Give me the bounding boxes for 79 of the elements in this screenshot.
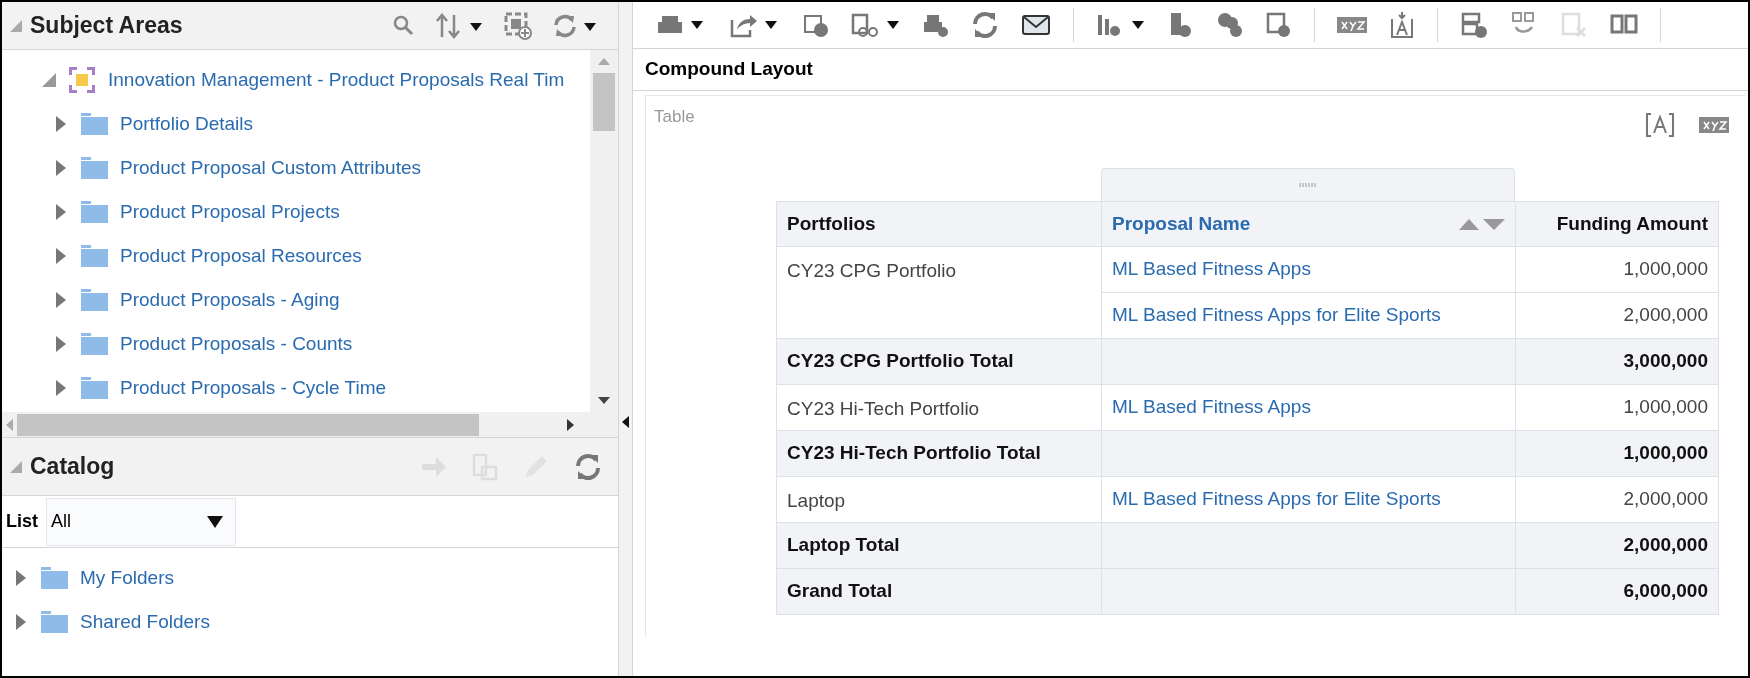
funding-amount: 2,000,000: [1623, 304, 1708, 326]
panel-title: Catalog: [30, 452, 115, 482]
total-label: CY23 CPG Portfolio Total: [787, 350, 1014, 372]
collapsed-triangle-icon[interactable]: [54, 380, 68, 396]
add-view-icon[interactable]: [504, 11, 532, 40]
tree-item[interactable]: Product Proposals - Cycle Time: [120, 373, 387, 403]
title-text-icon[interactable]: [1645, 112, 1675, 138]
collapsed-triangle-icon[interactable]: [14, 614, 28, 630]
tree-item[interactable]: Innovation Management - Product Proposals Real Tim: [108, 65, 565, 95]
collapsed-triangle-icon[interactable]: [54, 248, 68, 264]
collapsed-triangle-icon[interactable]: [54, 336, 68, 352]
portfolio-name: Laptop: [787, 490, 846, 511]
funding-amount: 1,000,000: [1623, 396, 1708, 418]
folder-icon: [80, 112, 108, 136]
funding-amount: 1,000,000: [1623, 258, 1708, 280]
funding-amount: 2,000,000: [1623, 488, 1708, 510]
portfolio-name: CY23 CPG Portfolio: [787, 260, 956, 281]
xyz-icon[interactable]: [1337, 15, 1367, 35]
column-header: Portfolios: [776, 201, 1102, 247]
grip-icon: [1299, 183, 1317, 187]
folder-icon: [80, 156, 108, 180]
total-amount: 2,000,000: [1623, 534, 1708, 556]
total-label: Laptop Total: [787, 534, 900, 556]
folder-icon: [80, 200, 108, 224]
sort-dropdown-icon[interactable]: [436, 12, 484, 39]
tree-item[interactable]: Product Proposal Resources: [120, 241, 362, 271]
sort-arrows-icon[interactable]: [1459, 217, 1505, 231]
tree-item[interactable]: Product Proposals - Aging: [120, 285, 340, 315]
refresh-dropdown-icon[interactable]: [552, 12, 598, 39]
column-header: Funding Amount: [1515, 201, 1719, 247]
collapsed-triangle-icon[interactable]: [54, 292, 68, 308]
scrollbar-thumb[interactable]: [17, 413, 479, 436]
tree-item[interactable]: My Folders: [80, 563, 174, 593]
vertical-scrollbar[interactable]: [590, 50, 618, 412]
tree-item[interactable]: Product Proposals - Counts: [120, 329, 353, 359]
portfolio-name: CY23 Hi-Tech Portfolio: [787, 398, 980, 419]
add-pivot-icon[interactable]: [1266, 11, 1292, 39]
column-header[interactable]: Proposal Name: [1101, 201, 1516, 247]
panel-title: Subject Areas: [30, 11, 183, 41]
scroll-right-arrow-icon[interactable]: [567, 418, 574, 431]
scrollbar-thumb[interactable]: [593, 73, 615, 131]
refresh-icon[interactable]: [574, 452, 602, 481]
folder-icon: [80, 376, 108, 400]
collapsed-triangle-icon[interactable]: [14, 570, 28, 586]
view-label: Table: [654, 106, 695, 128]
tree-item[interactable]: Product Proposal Custom Attributes: [120, 153, 421, 183]
folder-icon: [40, 610, 68, 634]
report-dropdown-icon[interactable]: [851, 12, 901, 38]
scroll-down-arrow-icon[interactable]: [598, 397, 610, 404]
title-text-icon[interactable]: [1389, 11, 1415, 39]
list-label: List: [6, 510, 38, 533]
caret-icon: [207, 515, 223, 528]
horizontal-scrollbar[interactable]: [2, 412, 618, 438]
collapsed-triangle-icon[interactable]: [54, 116, 68, 132]
envelope-icon[interactable]: [1021, 13, 1051, 37]
add-section-icon[interactable]: [1460, 11, 1488, 39]
subject-area-icon: [68, 66, 96, 94]
collapsed-triangle-icon[interactable]: [54, 160, 68, 176]
tree-item[interactable]: Portfolio Details: [120, 109, 254, 139]
drag-handle[interactable]: [1101, 168, 1515, 201]
expanded-triangle-icon[interactable]: [42, 73, 56, 87]
search-icon[interactable]: [392, 13, 416, 38]
total-label: CY23 Hi-Tech Portfolio Total: [787, 442, 1041, 464]
total-amount: 1,000,000: [1623, 442, 1708, 464]
folder-icon: [80, 288, 108, 312]
tree-item[interactable]: Shared Folders: [80, 607, 210, 637]
total-amount: 3,000,000: [1623, 350, 1708, 372]
collapse-arrow-icon[interactable]: [622, 416, 629, 428]
tree-item[interactable]: Product Proposal Projects: [120, 197, 340, 227]
total-label: Grand Total: [787, 580, 893, 602]
refresh-icon[interactable]: [971, 11, 999, 39]
total-amount: 6,000,000: [1623, 580, 1708, 602]
folder-icon: [80, 244, 108, 268]
layout-title: Compound Layout: [645, 57, 813, 82]
collapsed-triangle-icon[interactable]: [54, 204, 68, 220]
xyz-icon[interactable]: [1699, 115, 1729, 135]
list-dropdown[interactable]: All: [46, 497, 236, 546]
folder-icon: [40, 566, 68, 590]
folder-icon: [80, 332, 108, 356]
